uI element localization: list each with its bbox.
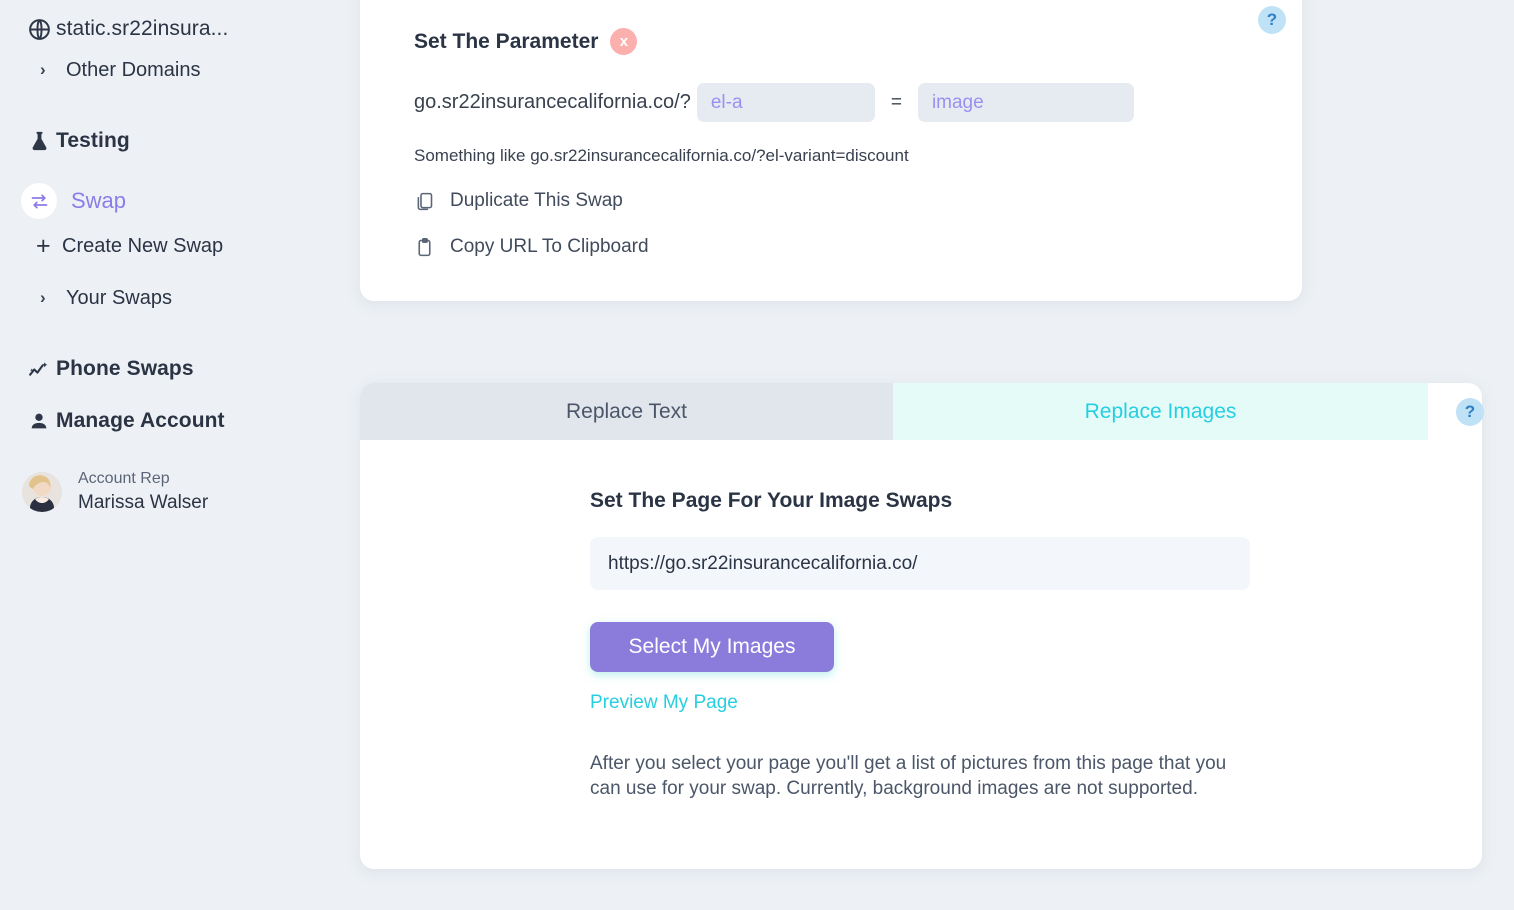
- chevron-right-icon: ›: [40, 288, 46, 307]
- account-rep-name: Marissa Walser: [78, 491, 209, 513]
- sidebar-item-other-domains[interactable]: › Other Domains: [0, 50, 360, 90]
- sidebar: static.sr22insura... › Other Domains Tes…: [0, 0, 360, 910]
- image-swap-card: Replace Text Replace Images Set The Page…: [360, 383, 1482, 869]
- page-title: Set The Parameter: [414, 29, 599, 53]
- help-icon[interactable]: ?: [1456, 398, 1484, 426]
- sidebar-item-your-swaps[interactable]: › Your Swaps: [0, 278, 360, 318]
- parameter-row: go.sr22insurancecalifornia.co/? =: [414, 83, 1302, 122]
- clipboard-icon: [414, 237, 442, 258]
- sparkle-chart-icon: [22, 357, 56, 382]
- form-note: After you select your page you'll get a …: [590, 753, 1227, 800]
- copy-icon: [414, 191, 442, 212]
- sidebar-item-manage-account[interactable]: Manage Account: [0, 400, 360, 442]
- duplicate-swap-label: Duplicate This Swap: [450, 190, 623, 211]
- close-icon[interactable]: x: [610, 28, 638, 55]
- help-icon[interactable]: ?: [1258, 6, 1286, 34]
- form-title: Set The Page For Your Image Swaps: [590, 489, 953, 512]
- tab-bar: Replace Text Replace Images: [360, 383, 1428, 440]
- account-rep-block[interactable]: Account Rep Marissa Walser: [0, 468, 360, 515]
- sidebar-other-domains-label: Other Domains: [66, 58, 201, 81]
- parameter-value-input[interactable]: [917, 83, 1134, 122]
- parameter-hint: Something like go.sr22insurancecaliforni…: [414, 146, 909, 165]
- image-swap-form: Set The Page For Your Image Swaps Select…: [360, 383, 1482, 801]
- sidebar-manage-account-label: Manage Account: [56, 409, 225, 432]
- duplicate-swap-button[interactable]: Duplicate This Swap: [414, 190, 1302, 212]
- sidebar-phone-swaps-label: Phone Swaps: [56, 357, 194, 380]
- main-content: ? Set The Parameter x go.sr22insuranceca…: [360, 0, 1514, 910]
- sidebar-your-swaps-label: Your Swaps: [66, 286, 172, 309]
- parameter-key-input[interactable]: [696, 83, 875, 122]
- sidebar-item-testing[interactable]: Testing: [0, 120, 360, 162]
- swap-arrows-icon: [21, 183, 57, 219]
- page-url-input[interactable]: [590, 537, 1250, 590]
- account-rep-role: Account Rep: [78, 470, 170, 487]
- app-root: static.sr22insura... › Other Domains Tes…: [0, 0, 1514, 910]
- copy-url-label: Copy URL To Clipboard: [450, 236, 649, 257]
- globe-icon: [22, 17, 56, 42]
- equals-sign: =: [890, 91, 902, 113]
- sidebar-swap-label: Swap: [71, 188, 127, 213]
- plus-icon: +: [36, 231, 51, 260]
- sidebar-item-create-new-swap[interactable]: + Create New Swap: [0, 226, 360, 266]
- copy-url-button[interactable]: Copy URL To Clipboard: [414, 236, 1302, 258]
- parameter-url-prefix: go.sr22insurancecalifornia.co/?: [414, 91, 691, 113]
- select-my-images-button[interactable]: Select My Images: [590, 622, 834, 672]
- sidebar-testing-label: Testing: [56, 129, 130, 152]
- sidebar-item-domain[interactable]: static.sr22insura...: [0, 8, 360, 50]
- set-parameter-body: Set The Parameter x go.sr22insurancecali…: [360, 0, 1302, 258]
- tab-replace-images[interactable]: Replace Images: [893, 383, 1428, 440]
- avatar: [22, 471, 62, 512]
- tab-replace-text[interactable]: Replace Text: [360, 383, 893, 440]
- sidebar-create-swap-label: Create New Swap: [62, 234, 224, 257]
- sidebar-gap-3: [0, 318, 360, 348]
- sidebar-domain-label: static.sr22insura...: [56, 17, 229, 40]
- set-parameter-card: ? Set The Parameter x go.sr22insuranceca…: [360, 0, 1302, 301]
- set-parameter-title-row: Set The Parameter x: [414, 28, 1302, 55]
- sidebar-gap-2: [0, 162, 360, 176]
- flask-icon: [22, 130, 56, 153]
- chevron-right-icon: ›: [40, 60, 46, 79]
- preview-my-page-link[interactable]: Preview My Page: [590, 692, 738, 714]
- account-rep-text: Account Rep Marissa Walser: [78, 468, 208, 515]
- sidebar-item-phone-swaps[interactable]: Phone Swaps: [0, 348, 360, 390]
- sidebar-item-swap[interactable]: Swap: [0, 176, 360, 226]
- person-icon: [22, 410, 56, 432]
